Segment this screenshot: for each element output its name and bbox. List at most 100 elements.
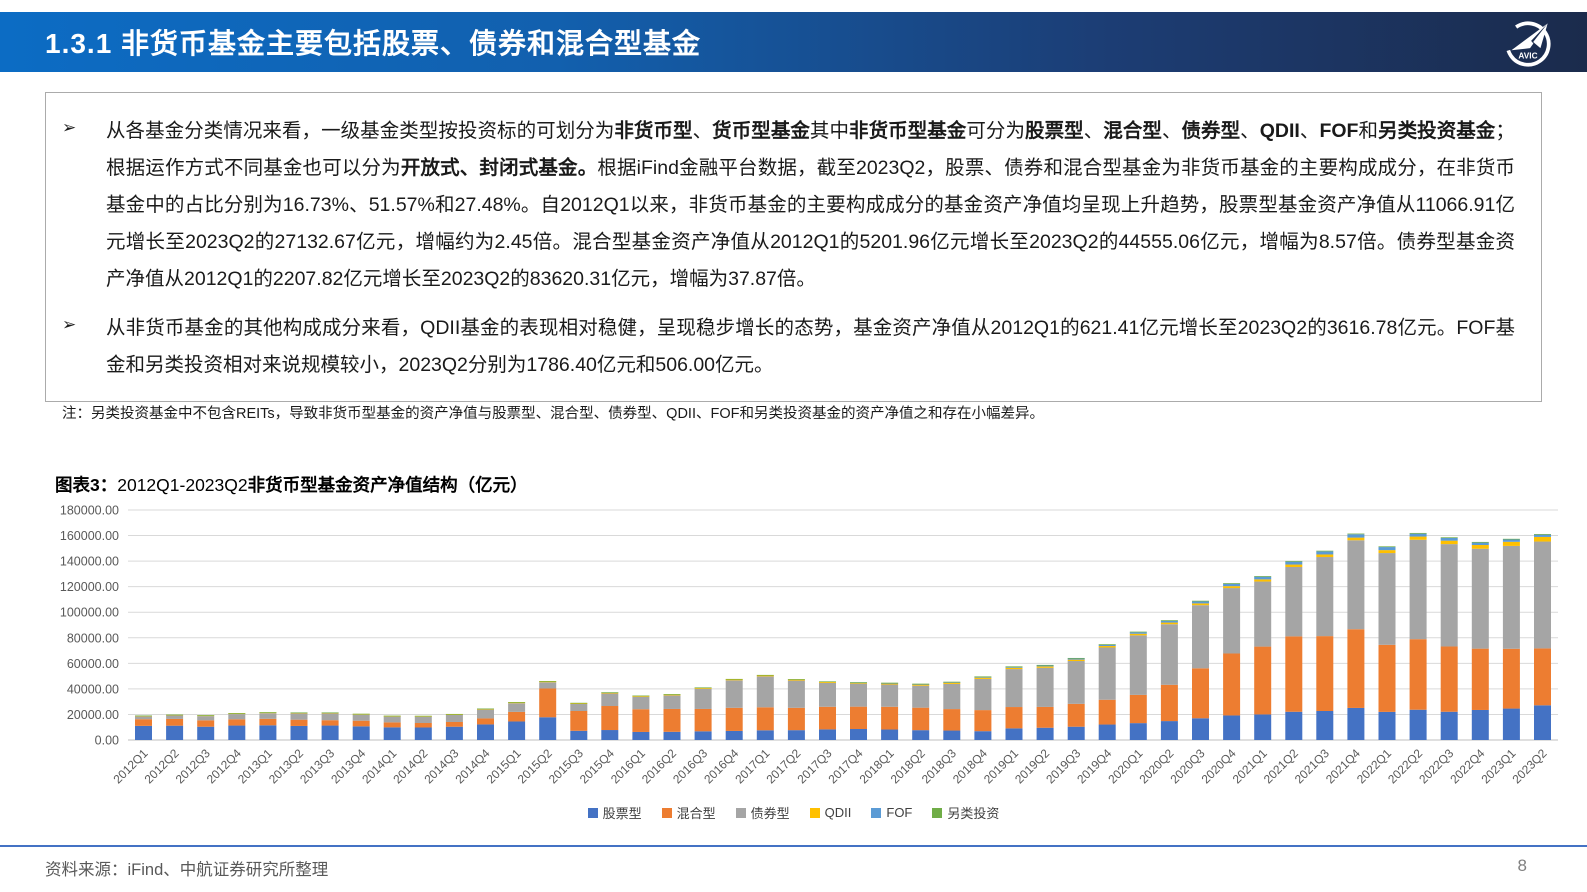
bar-segment-混合型-2017Q3 [819, 706, 836, 730]
header-band: 1.3.1 非货币基金主要包括股票、债券和混合型基金 AVIC [0, 12, 1587, 72]
bar-segment-股票型-2014Q1 [383, 727, 401, 740]
bar-segment-债券型-2022Q1 [1378, 553, 1396, 645]
bar-segment-债券型-2019Q2 [1036, 667, 1054, 707]
bar-segment-债券型-2013Q2 [290, 713, 308, 720]
bar-segment-债券型-2022Q3 [1440, 544, 1458, 647]
bar-segment-FOF-2021Q4 [1347, 534, 1365, 538]
bar-segment-债券型-2014Q2 [414, 716, 432, 723]
y-axis-tick-label: 180000.00 [60, 504, 119, 518]
summary-text-box: ➢ 从各基金分类情况来看，一级基金类型按投资标的可划分为非货币型、货币型基金其中… [45, 92, 1542, 422]
bar-segment-混合型-2022Q4 [1471, 648, 1489, 710]
legend-item-股票型: 股票型 [587, 803, 642, 822]
bar-segment-QDII-2020Q4 [1223, 586, 1241, 589]
bar-segment-另类投资-2018Q3 [943, 681, 961, 683]
bar-segment-QDII-2021Q4 [1347, 537, 1365, 541]
page-number: 8 [1517, 856, 1527, 875]
y-axis-tick-label: 40000.00 [67, 682, 119, 696]
bar-segment-混合型-2021Q1 [1254, 646, 1272, 715]
bar-segment-另类投资-2023Q2 [1534, 534, 1551, 535]
bar-segment-另类投资-2012Q2 [166, 714, 184, 716]
bar-segment-另类投资-2019Q4 [1098, 644, 1116, 645]
bar-segment-另类投资-2022Q2 [1409, 532, 1427, 534]
bar-segment-QDII-2022Q4 [1471, 545, 1489, 549]
bar-segment-混合型-2017Q4 [850, 706, 867, 730]
bar-segment-股票型-2019Q3 [1067, 726, 1085, 740]
bar-segment-QDII-2018Q3 [943, 682, 961, 684]
bar-segment-股票型-2017Q4 [850, 729, 867, 740]
bar-segment-债券型-2015Q3 [570, 703, 588, 711]
bar-segment-另类投资-2012Q3 [197, 715, 215, 716]
bar-segment-另类投资-2015Q2 [539, 681, 557, 682]
bar-segment-股票型-2023Q2 [1534, 705, 1551, 740]
bar-segment-股票型-2019Q2 [1036, 727, 1054, 740]
bar-segment-股票型-2015Q1 [508, 721, 526, 740]
bar-segment-混合型-2014Q4 [477, 718, 494, 725]
y-axis-tick-label: 80000.00 [67, 631, 119, 645]
legend-item-债券型: 债券型 [735, 803, 790, 822]
bar-segment-债券型-2015Q2 [539, 682, 557, 689]
bar-segment-债券型-2021Q2 [1285, 566, 1303, 637]
bar-segment-混合型-2021Q4 [1347, 629, 1365, 708]
bar-segment-QDII-2019Q4 [1098, 646, 1116, 648]
bar-segment-股票型-2022Q4 [1471, 709, 1489, 740]
bar-segment-股票型-2012Q1 [135, 725, 152, 740]
bar-segment-混合型-2014Q3 [445, 721, 463, 727]
bar-segment-另类投资-2015Q4 [601, 692, 619, 693]
bar-segment-另类投资-2016Q2 [663, 694, 681, 695]
bar-segment-债券型-2012Q2 [166, 715, 184, 719]
bar-segment-股票型-2014Q4 [477, 724, 494, 740]
bar-segment-混合型-2023Q1 [1502, 648, 1520, 709]
legend-label: 债券型 [750, 806, 790, 821]
y-axis-tick-label: 120000.00 [60, 580, 119, 594]
bullet-point-2: ➢ 从非货币基金的其他构成成分来看，QDII基金的表现相对稳健，呈现稳步增长的态… [62, 310, 1515, 384]
bar-segment-债券型-2014Q1 [383, 716, 401, 723]
bar-segment-混合型-2020Q2 [1160, 684, 1178, 722]
bar-segment-股票型-2015Q3 [570, 730, 588, 740]
legend-swatch-icon [587, 807, 598, 818]
bar-segment-股票型-2021Q2 [1285, 711, 1303, 740]
bar-segment-QDII-2020Q2 [1160, 622, 1178, 625]
bar-segment-FOF-2020Q4 [1223, 583, 1241, 587]
bar-segment-混合型-2012Q1 [135, 719, 152, 726]
bar-segment-另类投资-2016Q3 [694, 687, 712, 689]
bar-segment-债券型-2022Q4 [1471, 548, 1489, 649]
bar-segment-混合型-2016Q4 [725, 707, 743, 731]
bar-segment-债券型-2019Q1 [1005, 669, 1023, 708]
bar-segment-FOF-2022Q3 [1440, 537, 1458, 541]
x-axis-tick-label: 2023Q2 [1510, 746, 1550, 786]
bar-segment-债券型-2017Q4 [850, 683, 867, 707]
bar-segment-混合型-2023Q2 [1534, 648, 1551, 706]
bar-segment-股票型-2013Q4 [352, 726, 370, 740]
bar-segment-FOF-2022Q1 [1378, 547, 1396, 551]
footnote: 注：另类投资基金中不包含REITs，导致非货币型基金的资产净值与股票型、混合型、… [62, 406, 1044, 422]
bar-segment-股票型-2020Q3 [1192, 718, 1209, 740]
bar-segment-另类投资-2016Q4 [725, 678, 743, 680]
bar-segment-混合型-2013Q1 [259, 718, 277, 726]
y-axis-tick-label: 20000.00 [67, 708, 119, 722]
bar-segment-另类投资-2018Q2 [912, 683, 930, 685]
bar-segment-混合型-2018Q4 [974, 710, 992, 732]
bar-segment-债券型-2012Q1 [135, 716, 152, 720]
bar-segment-混合型-2020Q3 [1192, 668, 1209, 719]
bar-segment-混合型-2013Q3 [321, 720, 339, 726]
bar-segment-另类投资-2014Q2 [414, 715, 432, 717]
bar-segment-债券型-2020Q3 [1192, 605, 1209, 669]
legend-label: FOF [886, 805, 913, 820]
y-axis-tick-label: 140000.00 [60, 555, 119, 569]
bullet-point-1: ➢ 从各基金分类情况来看，一级基金类型按投资标的可划分为非货币型、货币型基金其中… [62, 113, 1515, 298]
bar-segment-股票型-2019Q1 [1005, 728, 1023, 740]
bar-segment-债券型-2020Q1 [1129, 635, 1147, 695]
bar-segment-另类投资-2013Q4 [352, 713, 370, 715]
bar-segment-QDII-2023Q1 [1502, 541, 1520, 546]
bar-segment-债券型-2013Q1 [259, 713, 277, 719]
page-title: 1.3.1 非货币基金主要包括股票、债券和混合型基金 [45, 28, 702, 59]
bar-segment-另类投资-2019Q3 [1067, 657, 1085, 659]
footer-divider [0, 845, 1587, 847]
bar-segment-另类投资-2015Q1 [508, 702, 526, 703]
legend-item-混合型: 混合型 [661, 803, 716, 822]
legend-item-另类投资: 另类投资 [932, 803, 999, 822]
legend-label: 混合型 [676, 806, 716, 821]
bar-segment-债券型-2021Q1 [1254, 581, 1272, 647]
bar-segment-另类投资-2020Q2 [1160, 620, 1178, 621]
bar-segment-另类投资-2022Q1 [1378, 546, 1396, 548]
